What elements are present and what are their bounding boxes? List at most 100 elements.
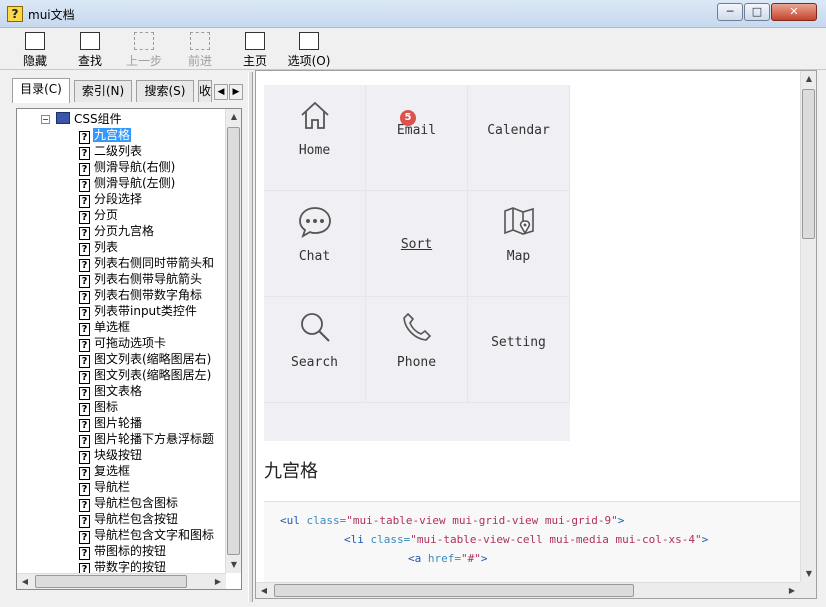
tree-item[interactable]: ? 带图标的按钮 — [79, 543, 215, 560]
tree-hscroll-thumb[interactable] — [35, 575, 187, 588]
grid-cell-sort[interactable]: Sort — [366, 191, 468, 297]
collapse-icon[interactable]: − — [41, 115, 50, 124]
home-icon — [300, 101, 329, 129]
scroll-left-icon[interactable]: ◀ — [256, 583, 272, 598]
tree-item-label: 列表带input类控件 — [94, 304, 197, 318]
tree-item[interactable]: ? 图文列表(缩略图居左) — [79, 367, 215, 384]
tree-item[interactable]: ? 带数字的按钮 — [79, 559, 215, 573]
grid-cell-map[interactable]: Map — [468, 191, 570, 297]
find-button[interactable]: 查找 — [64, 32, 116, 68]
tree-item[interactable]: ? 列表右侧带数字角标 — [79, 287, 215, 304]
tab-scroll-left-icon[interactable]: ◀ — [214, 84, 228, 100]
scroll-down-icon[interactable]: ▼ — [226, 557, 241, 573]
grid-cell-phone[interactable]: Phone — [366, 297, 468, 403]
hide-button[interactable]: 隐藏 — [9, 32, 61, 68]
tree-root-node[interactable]: − CSS组件 — [41, 111, 122, 127]
minimize-button[interactable]: ─ — [717, 3, 743, 21]
scroll-up-icon[interactable]: ▲ — [226, 109, 241, 125]
tree-item[interactable]: ? 列表带input类控件 — [79, 303, 215, 320]
tab-scroll-right-icon[interactable]: ▶ — [229, 84, 243, 100]
content-vertical-scrollbar[interactable]: ▲ ▼ — [800, 71, 816, 582]
pane-splitter[interactable] — [248, 72, 253, 602]
tree-item[interactable]: ? 导航栏 — [79, 479, 215, 496]
tree-item[interactable]: ? 列表右侧带导航箭头 — [79, 271, 215, 288]
tab-index[interactable]: 索引(N) — [74, 80, 132, 102]
grid-label-map: Map — [506, 249, 531, 264]
scroll-down-icon[interactable]: ▼ — [801, 566, 816, 582]
back-label: 上一步 — [125, 54, 162, 68]
home-button[interactable]: 主页 — [229, 32, 281, 68]
tree-vertical-scrollbar[interactable]: ▲ ▼ — [225, 109, 241, 573]
tree-item-label: 九宫格 — [93, 128, 132, 142]
search-icon — [300, 313, 330, 342]
forward-button[interactable]: 前进 — [174, 32, 226, 68]
phone-icon — [402, 312, 431, 341]
content-horizontal-scrollbar[interactable]: ◀ ▶ — [256, 582, 800, 598]
tree-item-label: 带图标的按钮 — [94, 544, 167, 558]
content-scroll-thumb[interactable] — [802, 89, 815, 239]
tab-favorites[interactable]: 收 — [198, 80, 212, 102]
scroll-left-icon[interactable]: ◀ — [17, 574, 33, 589]
grid-label-search: Search — [291, 355, 338, 370]
options-label: 选项(O) — [287, 54, 331, 68]
tree-item[interactable]: ? 分页九宫格 — [79, 223, 215, 240]
tree-item-label: 块级按钮 — [94, 448, 143, 462]
content-hscroll-thumb[interactable] — [274, 584, 634, 597]
nine-grid-demo: Home Email 5 Calendar Chat Sort Map Sear… — [264, 85, 570, 441]
tree-item-label: 图文列表(缩略图居右) — [94, 352, 212, 366]
tree-item[interactable]: ? 侧滑导航(左侧) — [79, 175, 215, 192]
forward-arrow-icon — [190, 32, 210, 50]
grid-cell-setting[interactable]: Setting — [468, 297, 570, 403]
tree-item[interactable]: ? 块级按钮 — [79, 447, 215, 464]
scroll-right-icon[interactable]: ▶ — [210, 574, 226, 589]
back-button[interactable]: 上一步 — [118, 32, 170, 68]
tab-search[interactable]: 搜索(S) — [136, 80, 194, 102]
tree-item[interactable]: ? 侧滑导航(右侧) — [79, 159, 215, 176]
grid-cell-search[interactable]: Search — [264, 297, 366, 403]
tree-item[interactable]: ? 图片轮播下方悬浮标题 — [79, 431, 215, 448]
chat-icon — [298, 207, 331, 238]
grid-label-chat: Chat — [298, 249, 331, 264]
toolbar: 隐藏 查找 上一步 前进 主页 选项(O) — [0, 28, 826, 70]
maximize-button[interactable]: □ — [744, 3, 770, 21]
tree-item-label: 侧滑导航(左侧) — [94, 176, 176, 190]
tree-item[interactable]: ? 复选框 — [79, 463, 215, 480]
tree-item[interactable]: ? 列表 — [79, 239, 215, 256]
tree-scroll-thumb[interactable] — [227, 127, 240, 555]
code-attr: class= — [306, 514, 347, 527]
code-sample: <ul class="mui-table-view mui-grid-view … — [264, 501, 800, 582]
tree-item[interactable]: ? 可拖动选项卡 — [79, 335, 215, 352]
code-value: "mui-table-view mui-grid-view mui-grid-9… — [346, 514, 618, 527]
tree-item-label: 图文列表(缩略图居左) — [94, 368, 212, 382]
tree-item[interactable]: ? 分段选择 — [79, 191, 215, 208]
tab-contents[interactable]: 目录(C) — [12, 78, 70, 103]
grid-cell-calendar[interactable]: Calendar — [468, 85, 570, 191]
close-button[interactable]: ✕ — [771, 3, 817, 21]
scroll-up-icon[interactable]: ▲ — [801, 71, 816, 87]
tree-item[interactable]: ? 二级列表 — [79, 143, 215, 160]
tree-item[interactable]: ? 导航栏包含图标 — [79, 495, 215, 512]
tree-item[interactable]: ? 图文表格 — [79, 383, 215, 400]
tree-item[interactable]: ? 单选框 — [79, 319, 215, 336]
tree-viewport: − CSS组件 ? 九宫格? 二级列表? 侧滑导航(右侧)? 侧滑导航(左侧)? 分段选择?… — [17, 109, 226, 573]
code-line-1: <ul class="mui-table-view mui-grid-view … — [280, 514, 624, 527]
tree-item[interactable]: ? 分页 — [79, 207, 215, 224]
tree-item[interactable]: ? 图文列表(缩略图居右) — [79, 351, 215, 368]
grid-cell-email[interactable]: Email — [366, 85, 468, 191]
tree-item[interactable]: ? 图标 — [79, 399, 215, 416]
options-button[interactable]: 选项(O) — [283, 32, 335, 68]
tree-root-label: CSS组件 — [74, 112, 122, 126]
tree-item[interactable]: ? 导航栏包含文字和图标 — [79, 527, 215, 544]
scroll-right-icon[interactable]: ▶ — [784, 583, 800, 598]
tree-item[interactable]: ? 图片轮播 — [79, 415, 215, 432]
content-pane: Home Email 5 Calendar Chat Sort Map Sear… — [255, 70, 817, 599]
tree-item[interactable]: ? 列表右侧同时带箭头和 — [79, 255, 215, 272]
tree-horizontal-scrollbar[interactable]: ◀ ▶ — [17, 573, 226, 589]
tree-item[interactable]: ? 九宫格 — [79, 127, 215, 144]
tree-items: ? 九宫格? 二级列表? 侧滑导航(右侧)? 侧滑导航(左侧)? 分段选择? 分页? 分页九宫… — [79, 127, 215, 573]
grid-cell-chat[interactable]: Chat — [264, 191, 366, 297]
grid-cell-home[interactable]: Home — [264, 85, 366, 191]
tree-item[interactable]: ? 导航栏包含按钮 — [79, 511, 215, 528]
tree-item-label: 列表右侧同时带箭头和 — [94, 256, 215, 270]
code-attr: href= — [427, 552, 461, 565]
